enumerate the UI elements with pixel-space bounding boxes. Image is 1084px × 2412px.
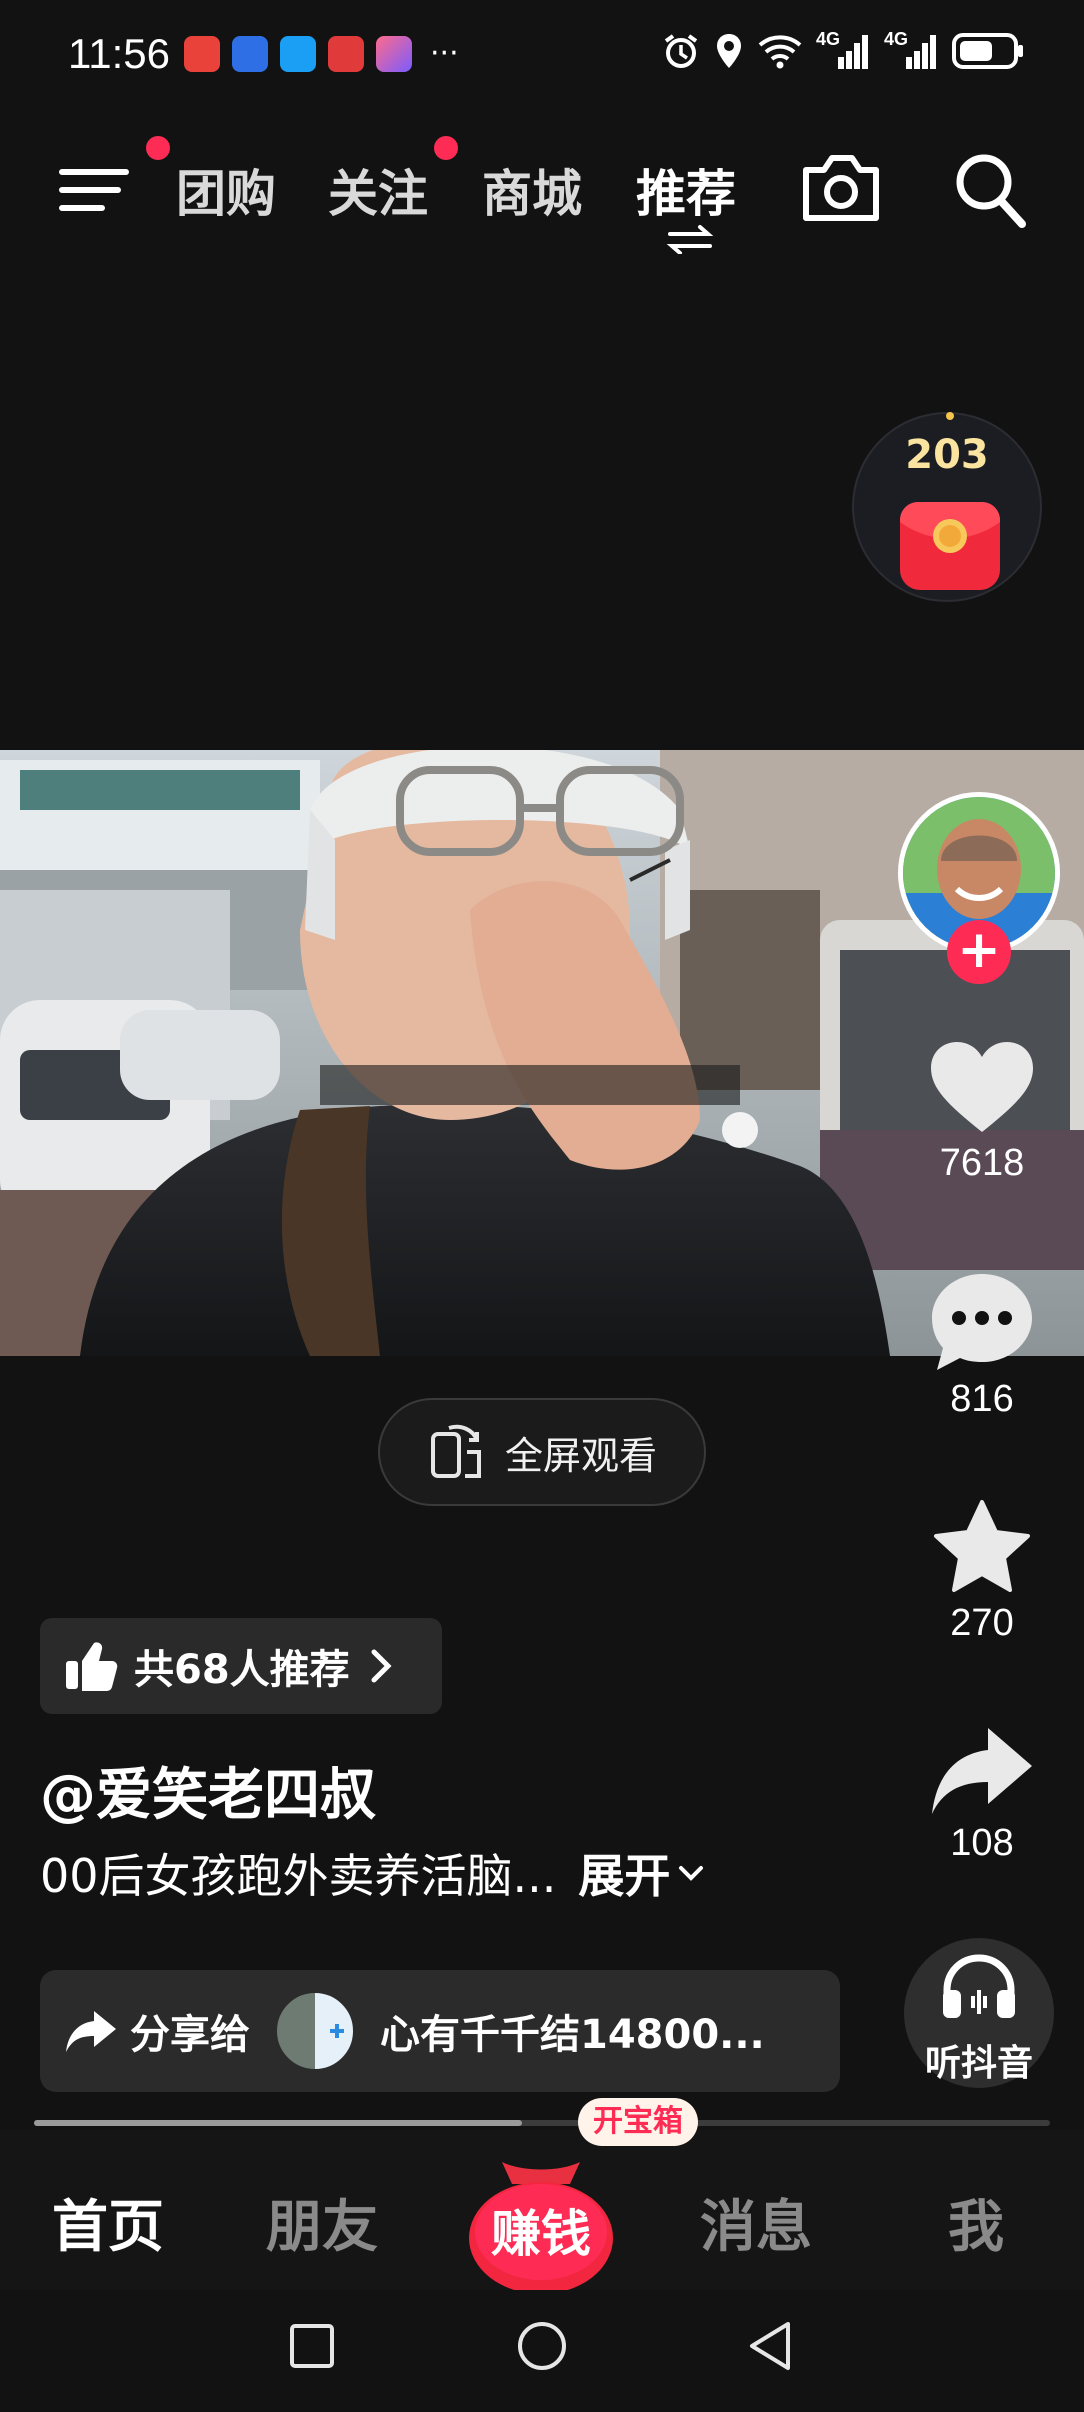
comment-action[interactable]: 816 [912,1270,1052,1421]
nav-home[interactable]: 首页 [52,2182,164,2263]
expand-caption-button[interactable]: 展开 [578,1840,670,1906]
reward-progress-dot [946,412,954,420]
signal-1: 4G [816,29,870,69]
comment-count: 816 [950,1378,1014,1420]
tab-group-buy[interactable]: 团购 [176,154,276,226]
camera-icon[interactable] [798,150,884,226]
red-envelope-reward-widget[interactable]: 203 [852,412,1042,602]
headphones-icon [943,1954,1015,2018]
share-friend-avatars [274,1990,360,2072]
battery-icon [952,33,1023,69]
caption-text: 00后女孩跑外卖养活脑... [40,1849,557,1903]
like-action[interactable]: 7618 [912,1038,1052,1185]
message-app-icon [280,36,316,72]
video-progress-bar[interactable] [34,2120,1050,2126]
reward-count: 203 [905,432,989,478]
recommend-pill[interactable]: 共68人推荐 [40,1618,442,1714]
nav-me[interactable]: 我 [948,2182,1004,2263]
book-app-icon [328,36,364,72]
red-envelope-icon [900,502,1000,590]
fullscreen-button[interactable]: 全屏观看 [378,1398,706,1506]
share-arrow-icon [932,1728,1032,1814]
system-nav-bar [0,2290,1084,2412]
following-badge-dot [434,136,458,160]
search-icon[interactable] [952,150,1028,230]
fullscreen-label: 全屏观看 [504,1433,657,1478]
share-to-friend-bar[interactable]: 分享给 心有千千结14800... [40,1970,840,2092]
signal-2: 4G [884,29,938,69]
status-app-icons: ··· [184,36,459,72]
tab-following[interactable]: 关注 [328,154,428,226]
nav-earn-button[interactable]: 赚钱 [466,2162,616,2292]
rotate-screen-icon [430,1424,481,1478]
thumbs-up-icon [66,1642,118,1691]
status-time: 11:56 [68,30,170,77]
assistant-app-icon [232,36,268,72]
gallery-app-icon [376,36,412,72]
more-notifications-icon: ··· [430,36,459,71]
follow-button[interactable]: + [947,920,1011,984]
tab-recommend[interactable]: 推荐 [636,154,736,226]
share-target-name: 心有千千结14800... [380,2012,765,2058]
favorite-count: 270 [950,1602,1014,1644]
share-count: 108 [950,1822,1014,1864]
open-treasure-badge[interactable]: 开宝箱 [578,2098,698,2146]
listen-douyin-button[interactable]: 听抖音 [904,1938,1054,2088]
author-name[interactable]: @爱笑老四叔 [40,1750,376,1831]
home-circle-icon[interactable] [516,2320,568,2372]
recents-square-icon[interactable] [288,2322,336,2370]
chevron-right-icon [371,1649,392,1683]
comment-icon [932,1274,1032,1370]
listen-label: 听抖音 [924,2043,1033,2084]
back-triangle-icon[interactable] [746,2320,794,2372]
chevron-down-icon [679,1866,704,1881]
favorite-action[interactable]: 270 [912,1498,1052,1645]
recommend-label: 共68人推荐 [134,1647,350,1693]
share-arrow-icon [66,2011,116,2052]
swap-arrows-icon[interactable] [666,224,714,254]
wifi-icon [758,35,802,69]
video-caption[interactable]: 00后女孩跑外卖养活脑... 展开 [40,1840,706,1906]
status-bar: 11:56 ··· 4G 4G [0,0,1084,110]
like-count: 7618 [939,1142,1025,1184]
nav-earn-label: 赚钱 [491,2205,591,2263]
alarm-icon [664,34,698,68]
menu-icon[interactable] [58,160,130,220]
nav-messages[interactable]: 消息 [700,2182,812,2263]
top-nav: 团购 关注 商城 推荐 [0,136,1084,260]
location-icon [717,34,741,68]
share-action[interactable]: 108 [912,1722,1052,1865]
tab-mall[interactable]: 商城 [482,154,582,226]
star-icon [934,1500,1030,1592]
add-friend-icon [330,2024,344,2038]
video-progress-fill [34,2120,522,2126]
menu-badge-dot [146,136,170,160]
status-indicators: 4G 4G [662,29,1024,70]
nav-friends[interactable]: 朋友 [266,2182,378,2263]
bottom-nav: 首页 朋友 赚钱 开宝箱 消息 我 [0,2098,1084,2292]
signal-icon [838,35,868,69]
huawei-app-icon [184,36,220,72]
heart-icon [931,1042,1033,1132]
share-label: 分享给 [130,2012,250,2058]
signal-icon [906,35,936,69]
